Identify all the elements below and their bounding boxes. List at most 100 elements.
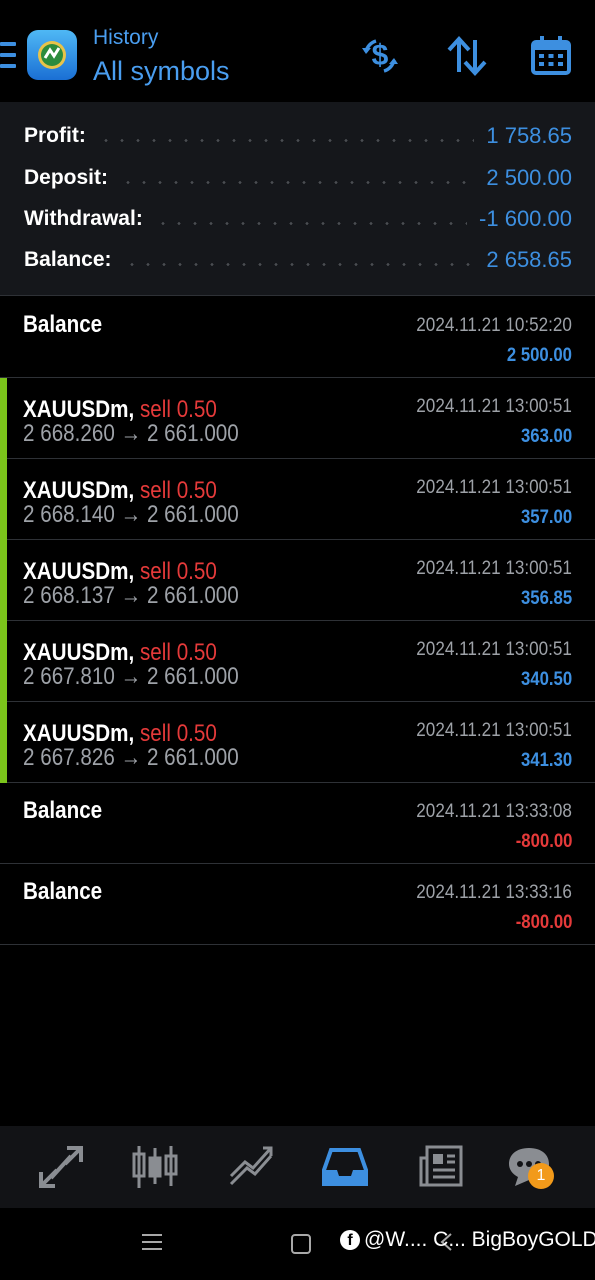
- svg-text:$: $: [372, 39, 389, 72]
- row-amount: 340.50: [520, 669, 572, 690]
- summary-label: Deposit:: [24, 166, 108, 189]
- summary-panel: Profit: 1 758.65 Deposit: 2 500.00 Withd…: [0, 102, 595, 296]
- row-time: 2024.11.21 13:33:08: [416, 801, 572, 822]
- row-prices: 2 667.810 → 2 661.000: [23, 663, 239, 691]
- dot-leader: [120, 180, 475, 184]
- row-amount: -800.00: [515, 831, 572, 852]
- app-header: History All symbols $: [0, 0, 595, 102]
- history-row-trade[interactable]: XAUUSDm, sell 0.50 2 668.260 → 2 661.000…: [0, 378, 595, 459]
- recents-icon[interactable]: [142, 1232, 162, 1252]
- home-icon[interactable]: [291, 1234, 311, 1254]
- open-price: 2 668.137: [23, 582, 115, 609]
- summary-row-withdrawal: Withdrawal: -1 600.00: [24, 204, 572, 234]
- bottom-navigation: [0, 1126, 595, 1208]
- arrow: →: [120, 744, 142, 771]
- watermark-text: @W.... C... BigBoyGOLD: [364, 1228, 595, 1251]
- summary-label: Balance:: [24, 248, 112, 271]
- trade-indicator-bar: [0, 702, 7, 783]
- open-price: 2 667.810: [23, 663, 115, 690]
- row-amount: 341.30: [520, 750, 572, 771]
- open-price: 2 667.826: [23, 744, 115, 771]
- open-price: 2 668.140: [23, 501, 115, 528]
- row-symbol: XAUUSDm,: [23, 720, 135, 747]
- summary-label: Profit:: [24, 124, 86, 147]
- history-row-balance[interactable]: Balance 2024.11.21 13:33:08 -800.00: [0, 783, 595, 864]
- history-row-trade[interactable]: XAUUSDm, sell 0.50 2 667.826 → 2 661.000…: [0, 702, 595, 783]
- arrow: →: [120, 582, 142, 609]
- dot-leader: [97, 138, 475, 142]
- row-prices: 2 668.260 → 2 661.000: [23, 420, 239, 448]
- row-symbol: XAUUSDm,: [23, 477, 135, 504]
- summary-row-deposit: Deposit: 2 500.00: [24, 163, 572, 193]
- row-time: 2024.11.21 13:00:51: [416, 558, 572, 579]
- facebook-icon: f: [340, 1230, 360, 1250]
- chat-badge: 1: [528, 1163, 554, 1189]
- row-title: Balance: [23, 797, 103, 824]
- arrow: →: [120, 420, 142, 447]
- summary-value: 2 500.00: [486, 165, 572, 190]
- row-time: 2024.11.21 13:33:16: [416, 882, 572, 903]
- close-price: 2 661.000: [146, 582, 239, 609]
- summary-value: -1 600.00: [479, 206, 572, 231]
- history-title: History: [93, 26, 159, 49]
- system-navigation-bar: f @W.... C... BigBoyGOLD: [0, 1208, 595, 1280]
- summary-row-balance: Balance: 2 658.65: [24, 245, 572, 275]
- dot-leader: [123, 262, 475, 266]
- dot-leader: [154, 221, 468, 225]
- row-prices: 2 667.826 → 2 661.000: [23, 744, 239, 772]
- close-price: 2 661.000: [146, 420, 239, 447]
- history-row-balance[interactable]: Balance 2024.11.21 10:52:20 2 500.00: [0, 297, 595, 378]
- arrow: →: [120, 501, 142, 528]
- row-amount: 357.00: [520, 507, 572, 528]
- row-prices: 2 668.140 → 2 661.000: [23, 501, 239, 529]
- history-row-trade[interactable]: XAUUSDm, sell 0.50 2 668.137 → 2 661.000…: [0, 540, 595, 621]
- sort-icon[interactable]: [443, 32, 491, 80]
- app-logo: [25, 28, 79, 82]
- history-icon[interactable]: [321, 1144, 369, 1190]
- summary-value: 2 658.65: [486, 247, 572, 272]
- row-symbol: XAUUSDm,: [23, 558, 135, 585]
- news-icon[interactable]: [417, 1144, 465, 1190]
- row-time: 2024.11.21 13:00:51: [416, 396, 572, 417]
- row-amount: 356.85: [520, 588, 572, 609]
- symbol-filter[interactable]: All symbols: [93, 56, 230, 87]
- watermark: f @W.... C... BigBoyGOLD: [340, 1228, 595, 1252]
- open-price: 2 668.260: [23, 420, 115, 447]
- history-row-balance[interactable]: Balance 2024.11.21 13:33:16 -800.00: [0, 864, 595, 945]
- arrow: →: [120, 663, 142, 690]
- row-amount: -800.00: [515, 912, 572, 933]
- close-price: 2 661.000: [146, 744, 239, 771]
- row-side: sell 0.50: [139, 639, 217, 666]
- trade-indicator-bar: [0, 378, 7, 459]
- quotes-icon[interactable]: [131, 1144, 179, 1190]
- trade-indicator-bar: [0, 540, 7, 621]
- close-price: 2 661.000: [146, 663, 239, 690]
- summary-value: 1 758.65: [486, 123, 572, 148]
- chart-icon[interactable]: [227, 1144, 275, 1190]
- row-time: 2024.11.21 13:00:51: [416, 477, 572, 498]
- row-title: Balance: [23, 311, 103, 338]
- calendar-icon[interactable]: [527, 32, 575, 80]
- trade-icon[interactable]: [37, 1144, 85, 1190]
- row-time: 2024.11.21 13:00:51: [416, 720, 572, 741]
- row-side: sell 0.50: [139, 477, 217, 504]
- row-symbol: XAUUSDm,: [23, 396, 135, 423]
- summary-row-profit: Profit: 1 758.65: [24, 121, 572, 151]
- row-time: 2024.11.21 10:52:20: [416, 315, 572, 336]
- menu-icon[interactable]: [0, 42, 16, 68]
- trade-indicator-bar: [0, 621, 7, 702]
- row-side: sell 0.50: [139, 720, 217, 747]
- history-row-trade[interactable]: XAUUSDm, sell 0.50 2 668.140 → 2 661.000…: [0, 459, 595, 540]
- trade-indicator-bar: [0, 459, 7, 540]
- deposit-withdraw-icon[interactable]: $: [356, 32, 404, 80]
- row-symbol: XAUUSDm,: [23, 639, 135, 666]
- row-side: sell 0.50: [139, 558, 217, 585]
- row-prices: 2 668.137 → 2 661.000: [23, 582, 239, 610]
- row-amount: 2 500.00: [506, 345, 572, 366]
- summary-label: Withdrawal:: [24, 207, 143, 230]
- close-price: 2 661.000: [146, 501, 239, 528]
- history-row-trade[interactable]: XAUUSDm, sell 0.50 2 667.810 → 2 661.000…: [0, 621, 595, 702]
- row-time: 2024.11.21 13:00:51: [416, 639, 572, 660]
- row-title: Balance: [23, 878, 103, 905]
- row-amount: 363.00: [520, 426, 572, 447]
